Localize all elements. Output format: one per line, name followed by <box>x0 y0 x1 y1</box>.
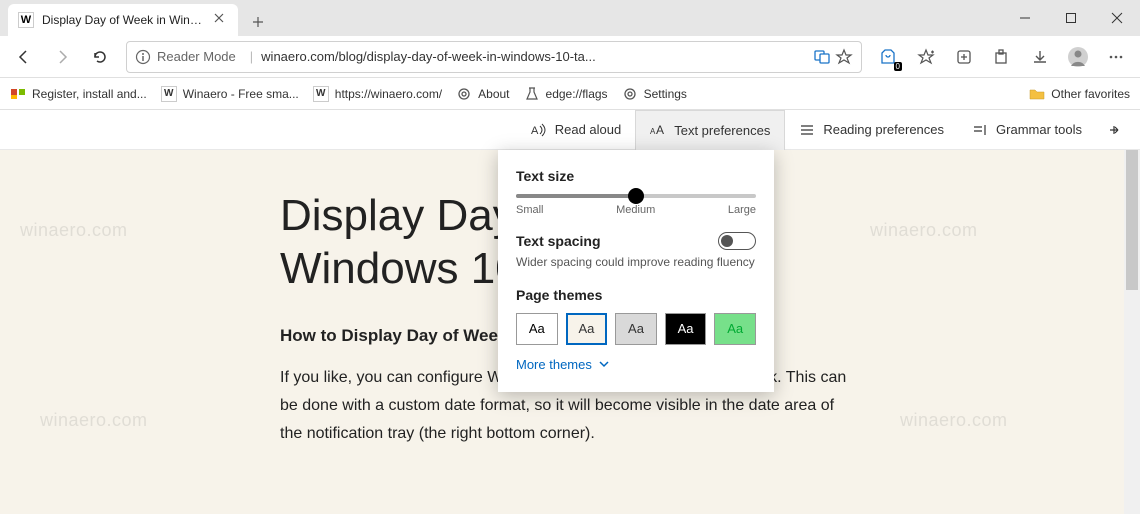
refresh-button[interactable] <box>82 39 118 75</box>
text-preferences-label: Text preferences <box>674 123 770 138</box>
slider-label-medium: Medium <box>616 204 655 216</box>
text-size-slider[interactable] <box>516 194 756 198</box>
bookmark-item[interactable]: W Winaero - Free sma... <box>161 86 299 102</box>
window-controls <box>1002 0 1140 36</box>
reader-mode-label: Reader Mode <box>157 49 236 64</box>
downloads-icon[interactable] <box>1022 39 1058 75</box>
slider-fill <box>516 194 636 198</box>
bookmark-item[interactable]: Register, install and... <box>10 86 147 102</box>
pin-toolbar-button[interactable] <box>1096 122 1132 138</box>
chevron-down-icon <box>598 358 610 370</box>
translate-icon[interactable] <box>813 48 831 66</box>
bookmark-label: Other favorites <box>1051 87 1130 101</box>
extensions-icon[interactable] <box>984 39 1020 75</box>
browser-tab[interactable]: W Display Day of Week in Windows <box>8 4 238 36</box>
text-preferences-button[interactable]: AA Text preferences <box>635 110 785 150</box>
theme-swatch-sepia[interactable]: Aa <box>566 313 608 345</box>
bookmark-label: https://winaero.com/ <box>335 87 442 101</box>
bookmarks-bar: Register, install and... W Winaero - Fre… <box>0 78 1140 110</box>
grammar-tools-button[interactable]: Grammar tools <box>958 110 1096 150</box>
read-aloud-icon: A <box>531 122 547 138</box>
theme-swatch-white[interactable]: Aa <box>516 313 558 345</box>
bookmark-label: edge://flags <box>546 87 608 101</box>
theme-swatch-green[interactable]: Aa <box>714 313 756 345</box>
reading-preferences-icon <box>799 122 815 138</box>
theme-swatch-black[interactable]: Aa <box>665 313 707 345</box>
window-titlebar: W Display Day of Week in Windows <box>0 0 1140 36</box>
slider-label-large: Large <box>728 204 756 216</box>
grammar-tools-label: Grammar tools <box>996 122 1082 137</box>
text-spacing-toggle[interactable] <box>718 232 756 250</box>
reader-toolbar: A Read aloud AA Text preferences Reading… <box>0 110 1140 150</box>
tab-favicon: W <box>18 12 34 28</box>
maximize-button[interactable] <box>1048 0 1094 36</box>
shopping-badge: 0 <box>894 62 902 71</box>
site-info-icon[interactable] <box>135 49 151 65</box>
gear-icon <box>622 86 638 102</box>
bookmark-icon <box>10 86 26 102</box>
window-close-button[interactable] <box>1094 0 1140 36</box>
profile-avatar[interactable] <box>1060 39 1096 75</box>
folder-icon <box>1029 86 1045 102</box>
forward-button[interactable] <box>44 39 80 75</box>
bookmark-icon: W <box>161 86 177 102</box>
svg-text:A: A <box>531 125 539 137</box>
minimize-button[interactable] <box>1002 0 1048 36</box>
page-themes-label: Page themes <box>516 287 756 303</box>
bookmark-item[interactable]: edge://flags <box>524 86 608 102</box>
bookmark-label: Register, install and... <box>32 87 147 101</box>
shopping-icon[interactable]: 0 <box>870 39 906 75</box>
vertical-scrollbar[interactable] <box>1124 150 1140 514</box>
menu-button[interactable] <box>1098 39 1134 75</box>
bookmark-item[interactable]: About <box>456 86 509 102</box>
more-themes-link[interactable]: More themes <box>516 357 756 372</box>
favorite-star-icon[interactable] <box>835 48 853 66</box>
tab-close-button[interactable] <box>214 13 228 27</box>
favorites-icon[interactable] <box>908 39 944 75</box>
text-size-label: Text size <box>516 168 756 184</box>
reading-preferences-button[interactable]: Reading preferences <box>785 110 958 150</box>
bookmark-label: About <box>478 87 509 101</box>
more-themes-label: More themes <box>516 357 592 372</box>
gear-icon <box>456 86 472 102</box>
bookmark-icon: W <box>313 86 329 102</box>
text-preferences-popover: Text size Small Medium Large Text spacin… <box>498 150 774 392</box>
flask-icon <box>524 86 540 102</box>
bookmark-item[interactable]: W https://winaero.com/ <box>313 86 442 102</box>
text-spacing-label: Text spacing <box>516 233 601 249</box>
collections-icon[interactable] <box>946 39 982 75</box>
address-bar[interactable]: Reader Mode | winaero.com/blog/display-d… <box>126 41 862 73</box>
other-favorites[interactable]: Other favorites <box>1029 86 1130 102</box>
separator: | <box>250 49 253 64</box>
bookmark-label: Winaero - Free sma... <box>183 87 299 101</box>
read-aloud-button[interactable]: A Read aloud <box>517 110 636 150</box>
text-spacing-desc: Wider spacing could improve reading flue… <box>516 254 756 271</box>
text-preferences-icon: AA <box>650 122 666 138</box>
url-text: winaero.com/blog/display-day-of-week-in-… <box>261 49 809 64</box>
new-tab-button[interactable] <box>244 8 272 36</box>
slider-thumb[interactable] <box>628 188 644 204</box>
browser-toolbar: Reader Mode | winaero.com/blog/display-d… <box>0 36 1140 78</box>
bookmark-item[interactable]: Settings <box>622 86 687 102</box>
svg-text:A: A <box>656 123 664 137</box>
grammar-tools-icon <box>972 122 988 138</box>
reading-preferences-label: Reading preferences <box>823 122 944 137</box>
read-aloud-label: Read aloud <box>555 122 622 137</box>
back-button[interactable] <box>6 39 42 75</box>
tab-title: Display Day of Week in Windows <box>42 13 206 27</box>
slider-label-small: Small <box>516 204 544 216</box>
bookmark-label: Settings <box>644 87 687 101</box>
theme-swatch-gray[interactable]: Aa <box>615 313 657 345</box>
scrollbar-thumb[interactable] <box>1126 150 1138 290</box>
